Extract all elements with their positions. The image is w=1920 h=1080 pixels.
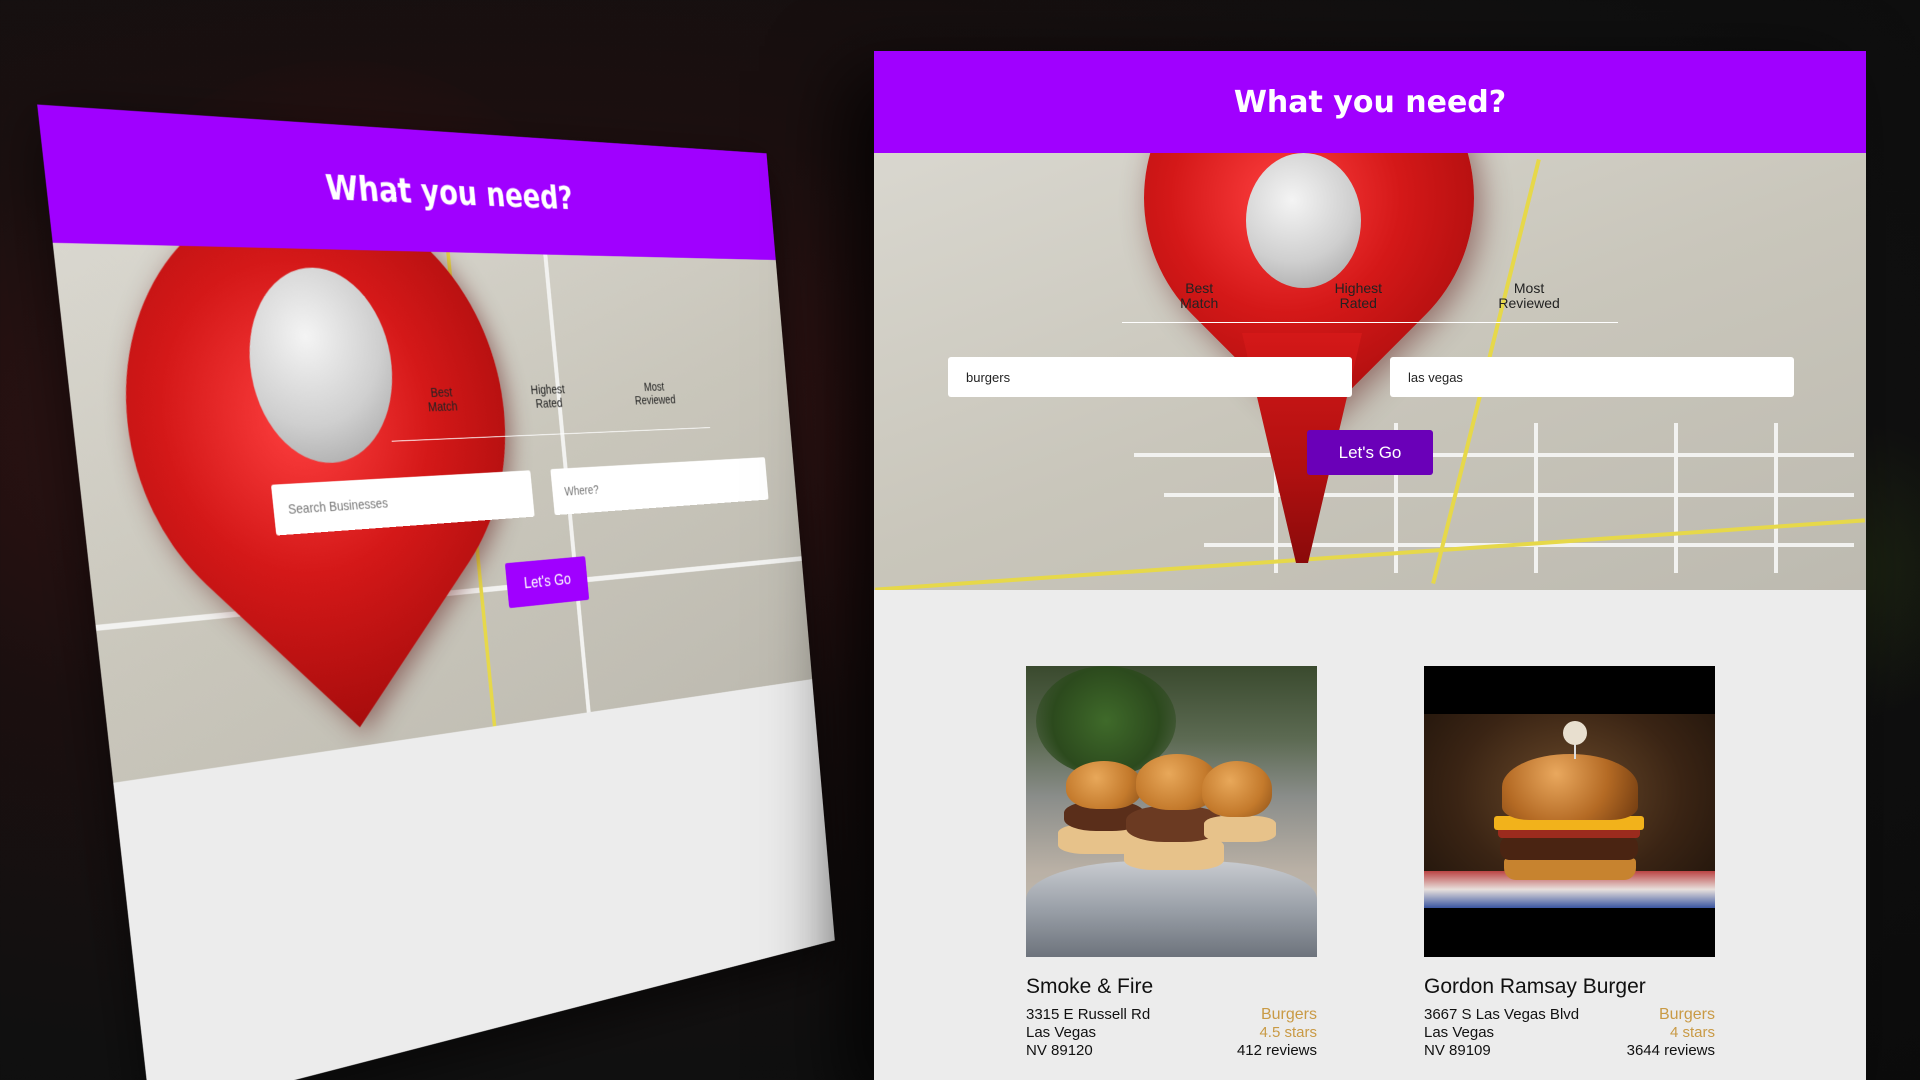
map-street <box>1674 423 1678 573</box>
back-page: What you need? Best Match Highest Rated … <box>37 104 835 1080</box>
back-location-input[interactable]: Where? <box>550 457 769 516</box>
back-hero: Best Match Highest Rated Most Reviewed S… <box>52 242 813 783</box>
business-stats: Burgers 4.5 stars 412 reviews <box>1237 1006 1317 1060</box>
tab-best-match[interactable]: Best Match <box>426 385 461 439</box>
business-meta: 3667 S Las Vegas Blvd Las Vegas NV 89109… <box>1424 1006 1715 1060</box>
front-sort-tabs: Best Match Highest Rated Most Reviewed <box>1122 281 1618 323</box>
business-name[interactable]: Gordon Ramsay Burger <box>1424 975 1715 999</box>
map-street <box>1774 423 1778 573</box>
map-street <box>1134 453 1854 457</box>
business-category: Burgers <box>1260 1006 1317 1023</box>
tab-highest-rated[interactable]: Highest Rated <box>1335 281 1382 322</box>
map-street <box>1534 423 1538 573</box>
business-address: 3667 S Las Vegas Blvd Las Vegas NV 89109 <box>1424 1006 1580 1059</box>
business-photo <box>1424 666 1715 957</box>
results-list: Smoke & Fire 3315 E Russell Rd Las Vegas… <box>1026 666 1726 1080</box>
business-reviews: 412 reviews <box>1236 1042 1317 1059</box>
front-mockup: What you need? Best Match Highest Rated <box>874 51 1866 1080</box>
front-header-title: What you need? <box>1233 84 1507 120</box>
business-rating: 4.5 stars <box>1259 1024 1317 1041</box>
business-rating: 4 stars <box>1669 1024 1715 1041</box>
front-hero: Best Match Highest Rated Most Reviewed b… <box>874 153 1866 590</box>
tab-best-match[interactable]: Best Match <box>1180 281 1218 322</box>
back-mockup: What you need? Best Match Highest Rated … <box>37 104 835 1080</box>
back-lets-go-button[interactable]: Let's Go <box>504 556 590 609</box>
search-input[interactable]: burgers <box>948 357 1352 397</box>
business-photo <box>1026 666 1317 957</box>
map-street <box>1164 493 1854 497</box>
business-card[interactable]: Smoke & Fire 3315 E Russell Rd Las Vegas… <box>1026 666 1317 1060</box>
business-reviews: 3644 reviews <box>1626 1042 1715 1059</box>
tab-most-reviewed[interactable]: Most Reviewed <box>633 380 678 430</box>
tab-most-reviewed[interactable]: Most Reviewed <box>1498 281 1559 322</box>
business-card[interactable]: Gordon Ramsay Burger 3667 S Las Vegas Bl… <box>1424 666 1715 1060</box>
tab-highest-rated[interactable]: Highest Rated <box>530 382 569 435</box>
lets-go-button[interactable]: Let's Go <box>1307 430 1433 475</box>
business-address: 3315 E Russell Rd Las Vegas NV 89120 <box>1026 1006 1151 1059</box>
business-meta: 3315 E Russell Rd Las Vegas NV 89120 Bur… <box>1026 1006 1317 1060</box>
business-category: Burgers <box>1658 1006 1715 1023</box>
back-sort-tabs: Best Match Highest Rated Most Reviewed <box>386 379 711 442</box>
business-stats: Burgers 4 stars 3644 reviews <box>1627 1006 1715 1060</box>
front-header: What you need? <box>874 51 1866 153</box>
pin-hole <box>1246 153 1361 288</box>
map-road <box>875 518 1865 590</box>
location-input[interactable]: las vegas <box>1390 357 1794 397</box>
back-header-title: What you need? <box>323 165 575 217</box>
business-name[interactable]: Smoke & Fire <box>1026 975 1317 999</box>
